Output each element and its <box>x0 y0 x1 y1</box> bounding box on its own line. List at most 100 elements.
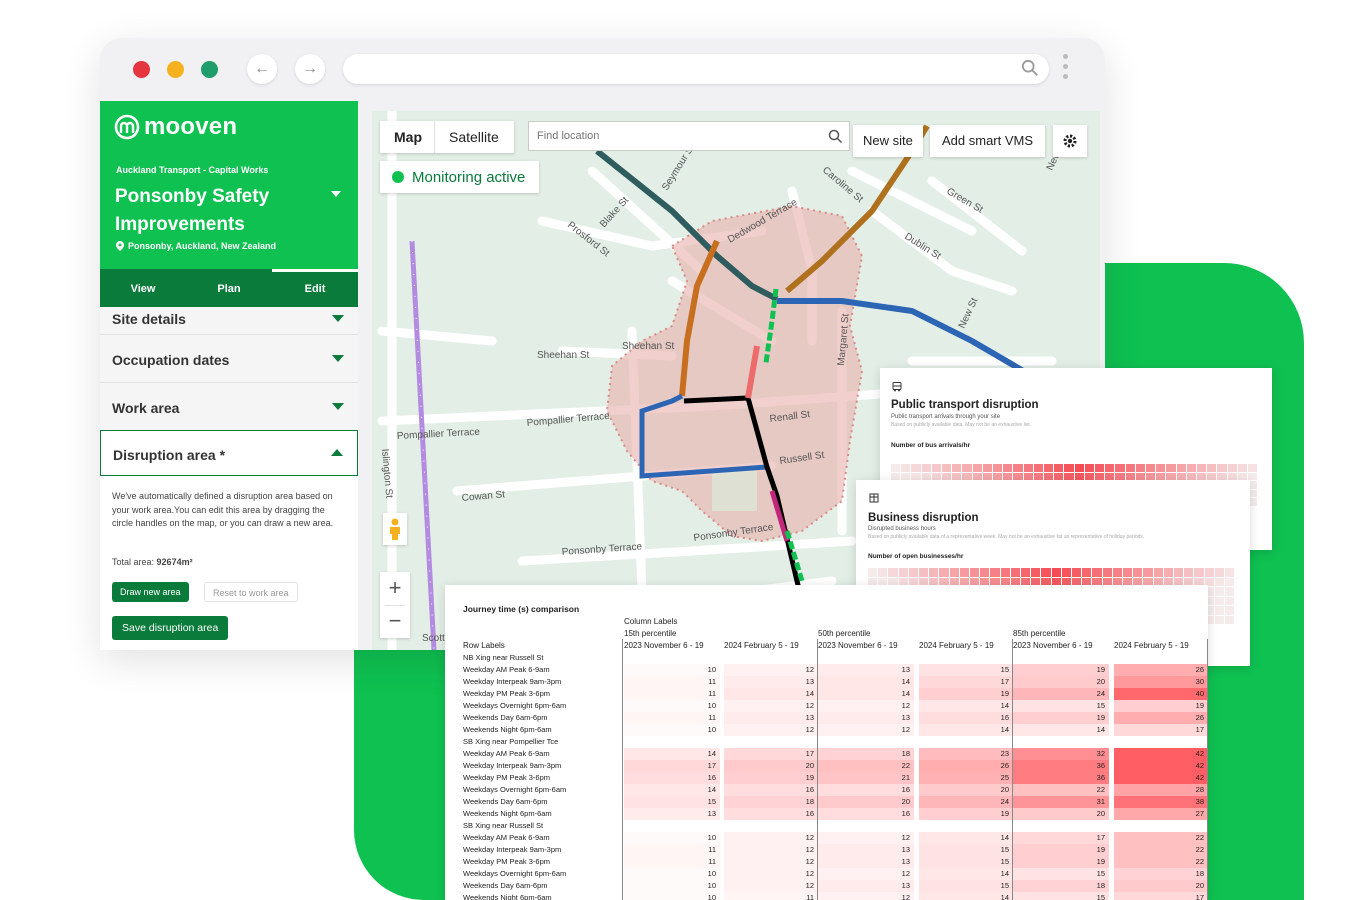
sidebar: mooven Auckland Transport - Capital Work… <box>100 101 358 650</box>
more-menu-icon[interactable] <box>1063 54 1069 79</box>
street-view-pegman[interactable] <box>383 513 407 545</box>
table-cell: 12 <box>724 868 818 880</box>
table-cell: 14 <box>624 784 720 796</box>
zoom-in-button[interactable]: + <box>380 572 410 604</box>
heatmap-cell <box>911 472 921 480</box>
heatmap-cell <box>1225 577 1235 586</box>
map-type-map-button[interactable]: Map <box>394 129 422 145</box>
section-disruption-area[interactable]: Disruption area * <box>100 430 358 476</box>
tab-plan[interactable]: Plan <box>186 269 272 307</box>
tab-view[interactable]: View <box>100 269 186 307</box>
table-row: Weekday PM Peak 3-6pm 16 19 21 25 36 42 <box>445 772 1208 784</box>
table-cell: 19 <box>1013 856 1109 868</box>
table-row: Weekday Interpeak 9am-3pm 11 13 14 17 20 30 <box>445 676 1208 688</box>
column-divider <box>817 639 818 900</box>
maximize-dot[interactable] <box>201 61 218 78</box>
table-cell: 11 <box>624 712 720 724</box>
table-cell: 13 <box>724 712 818 724</box>
new-site-button[interactable]: New site <box>853 125 923 157</box>
heatmap-cell <box>1123 568 1133 577</box>
table-cell: 20 <box>818 796 914 808</box>
heatmap-cell <box>1225 568 1235 577</box>
heatmap-cell <box>1225 596 1235 605</box>
table-row: Weekdays Overnight 6pm-6am 14 16 16 20 22 28 <box>445 784 1208 796</box>
heatmap-cell <box>1227 464 1237 472</box>
table-title: Journey time (s) comparison <box>463 604 580 614</box>
heatmap-cell <box>1054 464 1064 472</box>
zoom-out-button[interactable]: − <box>380 605 410 637</box>
heatmap-cell <box>1023 472 1033 480</box>
heatmap-cell <box>1064 472 1074 480</box>
section-title: Site details <box>112 311 186 327</box>
search-icon[interactable] <box>828 129 843 144</box>
reset-to-work-area-button[interactable]: Reset to work area <box>204 582 298 602</box>
gear-icon <box>1063 134 1077 148</box>
table-cell: 17 <box>724 748 818 760</box>
section-site-details[interactable]: Site details <box>100 307 358 335</box>
heatmap-cell <box>1135 464 1145 472</box>
monitoring-text: Monitoring active <box>412 168 526 186</box>
table-group-row: NB Xing near Russell St <box>445 652 1208 664</box>
row-label: NB Xing near Russell St <box>463 653 544 662</box>
table-cell: 26 <box>1114 712 1208 724</box>
project-dropdown-icon[interactable] <box>331 191 341 197</box>
row-label: Weekdays Overnight 6pm-6am <box>463 785 567 794</box>
report-note: Based on publicly available data. May no… <box>891 422 1032 428</box>
logo-text: mooven <box>144 113 238 140</box>
table-cell: 20 <box>724 760 818 772</box>
project-title[interactable]: Ponsonby Safety Improvements <box>115 183 325 239</box>
heatmap-cell <box>952 464 962 472</box>
period-header: 2023 November 6 - 19 <box>818 641 898 650</box>
table-cell: 23 <box>919 748 1013 760</box>
heatmap-cell <box>1031 568 1041 577</box>
heatmap-cell <box>980 568 990 577</box>
map-type-satellite-button[interactable]: Satellite <box>449 129 499 145</box>
period-header: 2024 February 5 - 19 <box>724 641 799 650</box>
heatmap-cell <box>1237 472 1247 480</box>
table-row: Weekdays Overnight 6pm-6am 10 12 12 14 15 18 <box>445 868 1208 880</box>
find-location-field[interactable] <box>528 121 850 151</box>
heatmap-cell <box>1186 472 1196 480</box>
heatmap-cell <box>1166 464 1176 472</box>
add-smart-vms-button[interactable]: Add smart VMS <box>930 125 1046 157</box>
tab-edit[interactable]: Edit <box>272 269 358 307</box>
table-row: Weekday PM Peak 3-6pm 11 14 14 19 24 40 <box>445 688 1208 700</box>
column-divider <box>622 639 623 900</box>
back-button[interactable]: ← <box>247 54 277 84</box>
chevron-down-icon <box>332 403 344 410</box>
draw-new-area-button[interactable]: Draw new area <box>112 582 189 602</box>
column-labels-header: Column Labels <box>624 617 678 626</box>
table-cell: 26 <box>1114 664 1208 676</box>
heatmap-cell <box>1227 472 1237 480</box>
close-dot[interactable] <box>133 61 150 78</box>
table-cell: 25 <box>919 772 1013 784</box>
heatmap-cell <box>1082 568 1092 577</box>
settings-button[interactable] <box>1053 125 1087 157</box>
street-label: Blake St <box>598 195 631 230</box>
table-cell: 15 <box>1013 868 1109 880</box>
forward-button[interactable]: → <box>295 54 325 84</box>
table-cell: 30 <box>1114 676 1208 688</box>
url-bar[interactable] <box>343 54 1049 84</box>
heatmap-cell <box>949 568 959 577</box>
table-cell: 14 <box>1013 724 1109 736</box>
heatmap-cell <box>1072 568 1082 577</box>
section-work-area[interactable]: Work area <box>100 383 358 431</box>
save-disruption-area-button[interactable]: Save disruption area <box>112 616 229 640</box>
heatmap-cell <box>1214 606 1224 615</box>
table-cell: 12 <box>724 664 818 676</box>
heatmap-cell <box>1013 464 1023 472</box>
table-cell: 11 <box>624 688 720 700</box>
heatmap-cell <box>1054 472 1064 480</box>
section-occupation-dates[interactable]: Occupation dates <box>100 335 358 383</box>
table-cell: 15 <box>919 880 1013 892</box>
table-cell: 18 <box>724 796 818 808</box>
table-cell: 22 <box>1114 832 1208 844</box>
heatmap-cell <box>891 472 901 480</box>
minimize-dot[interactable] <box>167 61 184 78</box>
logo: mooven <box>114 113 237 141</box>
heatmap-cell <box>1033 472 1043 480</box>
mooven-logo-icon <box>114 114 140 140</box>
find-location-input[interactable] <box>535 129 819 143</box>
street-label: Dublin St <box>902 231 942 262</box>
